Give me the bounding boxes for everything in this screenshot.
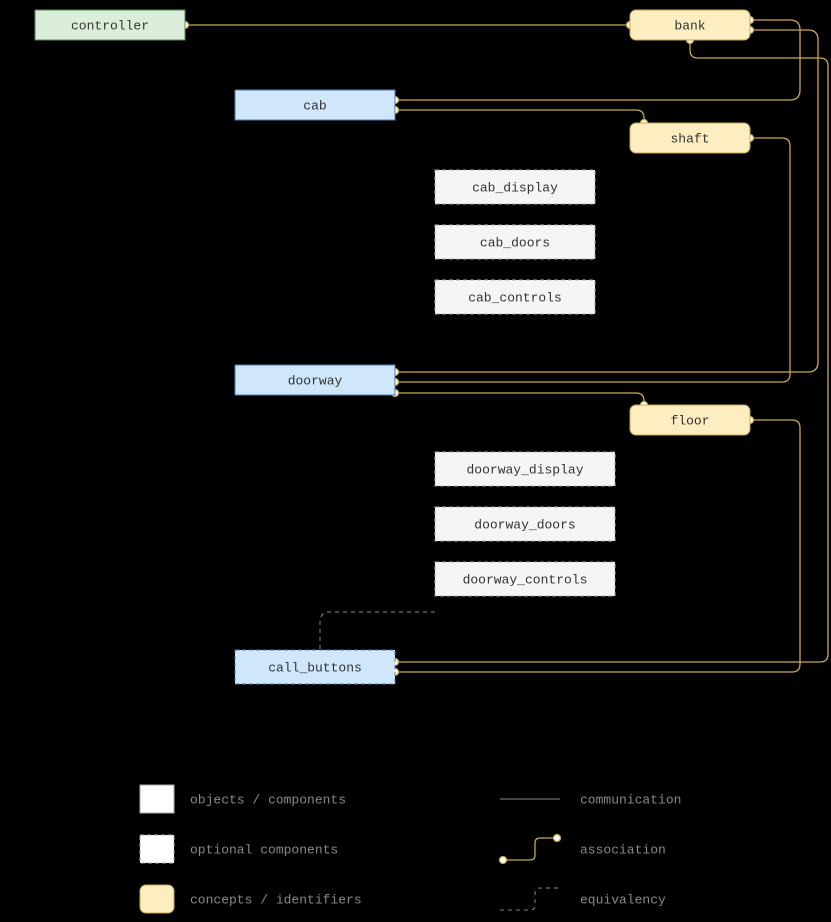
label-cab: cab [303,98,326,113]
legend-concepts-label: concepts / identifiers [190,892,362,907]
node-controller: controller [35,10,185,40]
label-cab-display: cab_display [472,180,558,195]
label-doorway-doors: doorway_doors [474,517,575,532]
node-cab-controls: cab_controls [435,280,595,314]
node-floor: floor [630,405,750,435]
node-cab-display: cab_display [435,170,595,204]
node-doorway-doors: doorway_doors [435,507,615,541]
node-doorway-controls: doorway_controls [435,562,615,596]
legend-communication-label: communication [580,792,681,807]
assoc-controller-bank [182,22,634,29]
label-doorway: doorway [288,373,343,388]
legend-optional-label: optional components [190,842,338,857]
legend-concepts: concepts / identifiers [140,885,362,913]
assoc-doorway-floor [392,390,648,409]
label-cab-doors: cab_doors [480,235,550,250]
label-shaft: shaft [670,131,709,146]
legend-equivalency-label: equivalency [580,892,666,907]
legend-communication: communication [500,792,681,807]
node-cab: cab [235,90,395,120]
legend-optional: optional components [140,835,338,863]
node-cab-doors: cab_doors [435,225,595,259]
legend-objects: objects / components [140,785,346,813]
node-call-buttons: call_buttons [235,650,395,684]
label-bank: bank [674,18,705,33]
label-controller: controller [71,18,149,33]
label-doorway-controls: doorway_controls [463,572,588,587]
node-doorway-display: doorway_display [435,452,615,486]
label-cab-controls: cab_controls [468,290,562,305]
label-floor: floor [670,413,709,428]
legend-association-label: association [580,842,666,857]
diagram-canvas: controller bank cab shaft cab_display ca… [0,0,831,922]
node-doorway: doorway [235,365,395,395]
label-doorway-display: doorway_display [466,462,583,477]
legend-equivalency: equivalency [500,888,666,910]
node-bank: bank [630,10,750,40]
legend-objects-label: objects / components [190,792,346,807]
legend-association: association [500,835,666,864]
equiv-doorwaycontrols-callbuttons [320,612,435,650]
label-call-buttons: call_buttons [268,660,362,675]
node-shaft: shaft [630,123,750,153]
assoc-cab-shaft [392,107,648,127]
